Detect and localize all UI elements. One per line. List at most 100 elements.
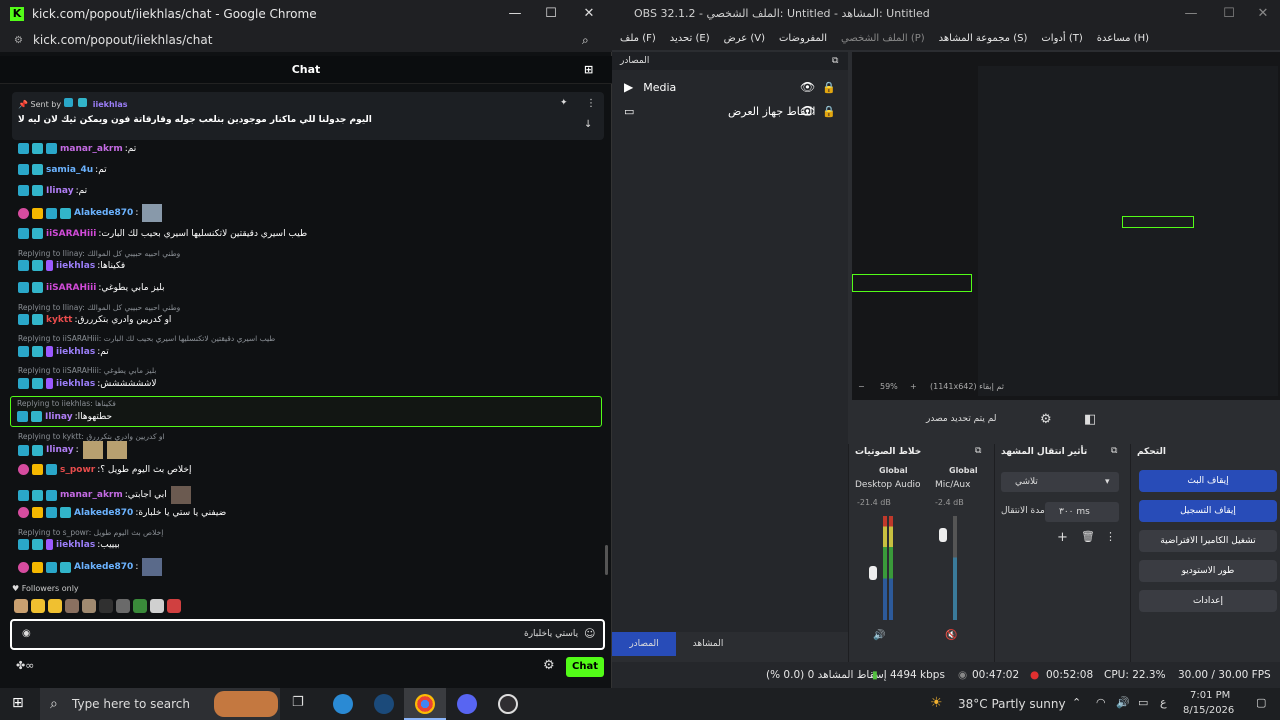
show-hidden-icons[interactable]: ⌃ [1072, 696, 1081, 709]
source-item-display-capture[interactable]: ▭ التقاط جهاز العرض 👁 🔒 [624, 100, 839, 122]
emoji-picker-icon[interactable]: ◉ [22, 628, 31, 639]
kick-points-icon[interactable]: ✤∞ [16, 659, 34, 672]
username[interactable]: kyktt [46, 315, 72, 325]
start-virtual-camera-button[interactable]: تشغيل الكاميرا الافتراضية [1139, 530, 1277, 552]
clock-time[interactable]: 7:01 PM [1190, 690, 1230, 701]
settings-button[interactable]: إعدادات [1139, 590, 1277, 612]
remove-transition-icon[interactable]: 🗑 [1081, 530, 1095, 543]
menu-profile[interactable]: الملف الشخصي (P) [841, 28, 925, 50]
emote-button[interactable] [150, 599, 164, 613]
task-view-icon[interactable]: ❐ [292, 695, 304, 710]
sent-by-user[interactable]: iiekhlas [93, 100, 128, 109]
stop-streaming-button[interactable]: إيقاف البث [1139, 470, 1277, 492]
duration-input[interactable]: ٣٠٠ ms [1045, 502, 1119, 522]
obs-preview[interactable]: − 59% + (1141x642) ثم إبقاء [852, 52, 1280, 400]
username[interactable]: iiekhlas [56, 261, 95, 271]
username[interactable]: Alakede870 [74, 508, 133, 518]
username[interactable]: samia_4u [46, 165, 93, 175]
emote-button[interactable] [116, 599, 130, 613]
username[interactable]: Alakede870 [74, 562, 133, 572]
visibility-eye-icon[interactable]: 👁 [800, 104, 815, 118]
desktop-volume-slider[interactable] [869, 566, 877, 580]
emote-button[interactable] [133, 599, 147, 613]
username[interactable]: Ilinay [46, 445, 74, 455]
obs-icon[interactable] [498, 694, 518, 714]
username[interactable]: manar_akrm [60, 144, 123, 154]
emote-button[interactable] [31, 599, 45, 613]
site-info-icon[interactable]: ⚙ [14, 35, 23, 46]
reply-context[interactable]: Replying to Ilinay: وطني احبيه حبيبي كل … [18, 249, 180, 258]
menu-help[interactable]: مساعدة (H) [1097, 28, 1149, 50]
menu-view[interactable]: عرض (V) [724, 28, 765, 50]
username[interactable]: iiekhlas [56, 347, 95, 357]
notifications-icon[interactable]: ▢ [1256, 696, 1266, 709]
reply-context[interactable]: Replying to iiSARAHiii: بليز مابي يطوغي [18, 366, 156, 375]
tab-sources[interactable]: المصادر [612, 632, 676, 656]
input-language[interactable]: ع [1160, 696, 1167, 709]
transition-menu-icon[interactable]: ⋮ [1105, 530, 1116, 543]
windows-start-icon[interactable]: ⊞ [12, 695, 24, 711]
tab-scenes[interactable]: المشاهد [676, 632, 740, 656]
source-item-media[interactable]: ▶ Media 👁 🔒 [624, 76, 839, 98]
more-icon[interactable]: ⋮ [586, 98, 596, 109]
username[interactable]: iiekhlas [56, 540, 95, 550]
reply-context[interactable]: Replying to iiSARAHiii: طيب اسيري دقيقتي… [18, 334, 275, 343]
close-button[interactable]: ✕ [570, 0, 608, 28]
minimize-button[interactable]: — [496, 0, 534, 28]
menu-tools[interactable]: أدوات (T) [1041, 28, 1082, 50]
transition-select[interactable]: تلاشي ▾ [1001, 472, 1119, 492]
emote-button[interactable] [99, 599, 113, 613]
weather-text[interactable]: 38°C Partly sunny [958, 697, 1066, 711]
username[interactable]: iiSARAHiii [46, 229, 96, 239]
steam-icon[interactable] [374, 694, 394, 714]
undock-icon[interactable]: ⧉ [1111, 446, 1117, 456]
undock-icon[interactable]: ⧉ [975, 446, 981, 456]
obs-minimize-button[interactable]: — [1172, 0, 1210, 28]
visibility-eye-icon[interactable]: 👁 [800, 80, 815, 94]
url-text[interactable]: kick.com/popout/iiekhlas/chat [33, 33, 212, 47]
duration-value[interactable]: ٣٠٠ ms [1059, 507, 1090, 517]
mic-mute-icon[interactable]: 🔇 [945, 630, 957, 641]
zoom-out-button[interactable]: − [858, 382, 865, 391]
emote-button[interactable] [65, 599, 79, 613]
network-icon[interactable]: ◠ [1096, 696, 1106, 709]
clock-date[interactable]: 8/15/2026 [1183, 705, 1234, 716]
username[interactable]: s_powr [60, 465, 95, 475]
expand-icon[interactable]: ↓ [584, 119, 592, 130]
preview-selection-box[interactable] [852, 274, 972, 292]
reply-context[interactable]: Replying to iiekhlas: فكيناها [17, 399, 116, 408]
zoom-icon[interactable]: ⌕ [582, 33, 589, 48]
taskbar-search[interactable]: ⌕ Type here to search [40, 688, 280, 720]
volume-icon[interactable]: 🔊 [1116, 696, 1130, 709]
chat-settings-gear-icon[interactable]: ⚙ [543, 658, 555, 673]
obs-maximize-button[interactable]: ☐ [1210, 0, 1248, 28]
username[interactable]: manar_akrm [60, 490, 123, 500]
emoji-icon[interactable]: ☺ [584, 627, 595, 640]
chat-scrollbar[interactable] [605, 545, 608, 575]
maximize-button[interactable]: ☐ [532, 0, 570, 28]
unpin-icon[interactable]: ✦ [560, 98, 568, 108]
studio-mode-button[interactable]: طور الاستوديو [1139, 560, 1277, 582]
reply-context[interactable]: Replying to Ilinay: وطني احبيه حبيبي كل … [18, 303, 180, 312]
lock-icon[interactable]: 🔒 [822, 105, 836, 118]
username[interactable]: iiekhlas [56, 379, 95, 389]
menu-file[interactable]: ملف (F) [620, 28, 656, 50]
reply-context[interactable]: Replying to s_powr: إخلاص بث اليوم طويل [18, 528, 163, 537]
obs-close-button[interactable]: ✕ [1244, 0, 1280, 28]
chat-settings-icon[interactable]: ⊞ [584, 56, 593, 84]
add-transition-icon[interactable]: + [1057, 530, 1068, 545]
username[interactable]: Alakede870 [74, 208, 133, 218]
mic-volume-slider[interactable] [939, 528, 947, 542]
source-filters-icon[interactable]: ◧ [1084, 412, 1096, 427]
undock-icon[interactable]: ⧉ [832, 52, 838, 70]
source-properties-icon[interactable]: ⚙ [1040, 412, 1052, 427]
username[interactable]: Ilinay [46, 186, 74, 196]
desktop-mute-icon[interactable]: 🔊 [873, 630, 885, 641]
menu-docks[interactable]: المفروضات [779, 28, 827, 50]
stop-recording-button[interactable]: إيقاف التسجيل [1139, 500, 1277, 522]
send-chat-button[interactable]: Chat [566, 657, 604, 677]
emote-button[interactable] [14, 599, 28, 613]
chat-input[interactable]: ◉ ياستي ياخلبارة ☺ [10, 619, 605, 650]
menu-edit[interactable]: تحديد (E) [670, 28, 710, 50]
emote-button[interactable] [48, 599, 62, 613]
